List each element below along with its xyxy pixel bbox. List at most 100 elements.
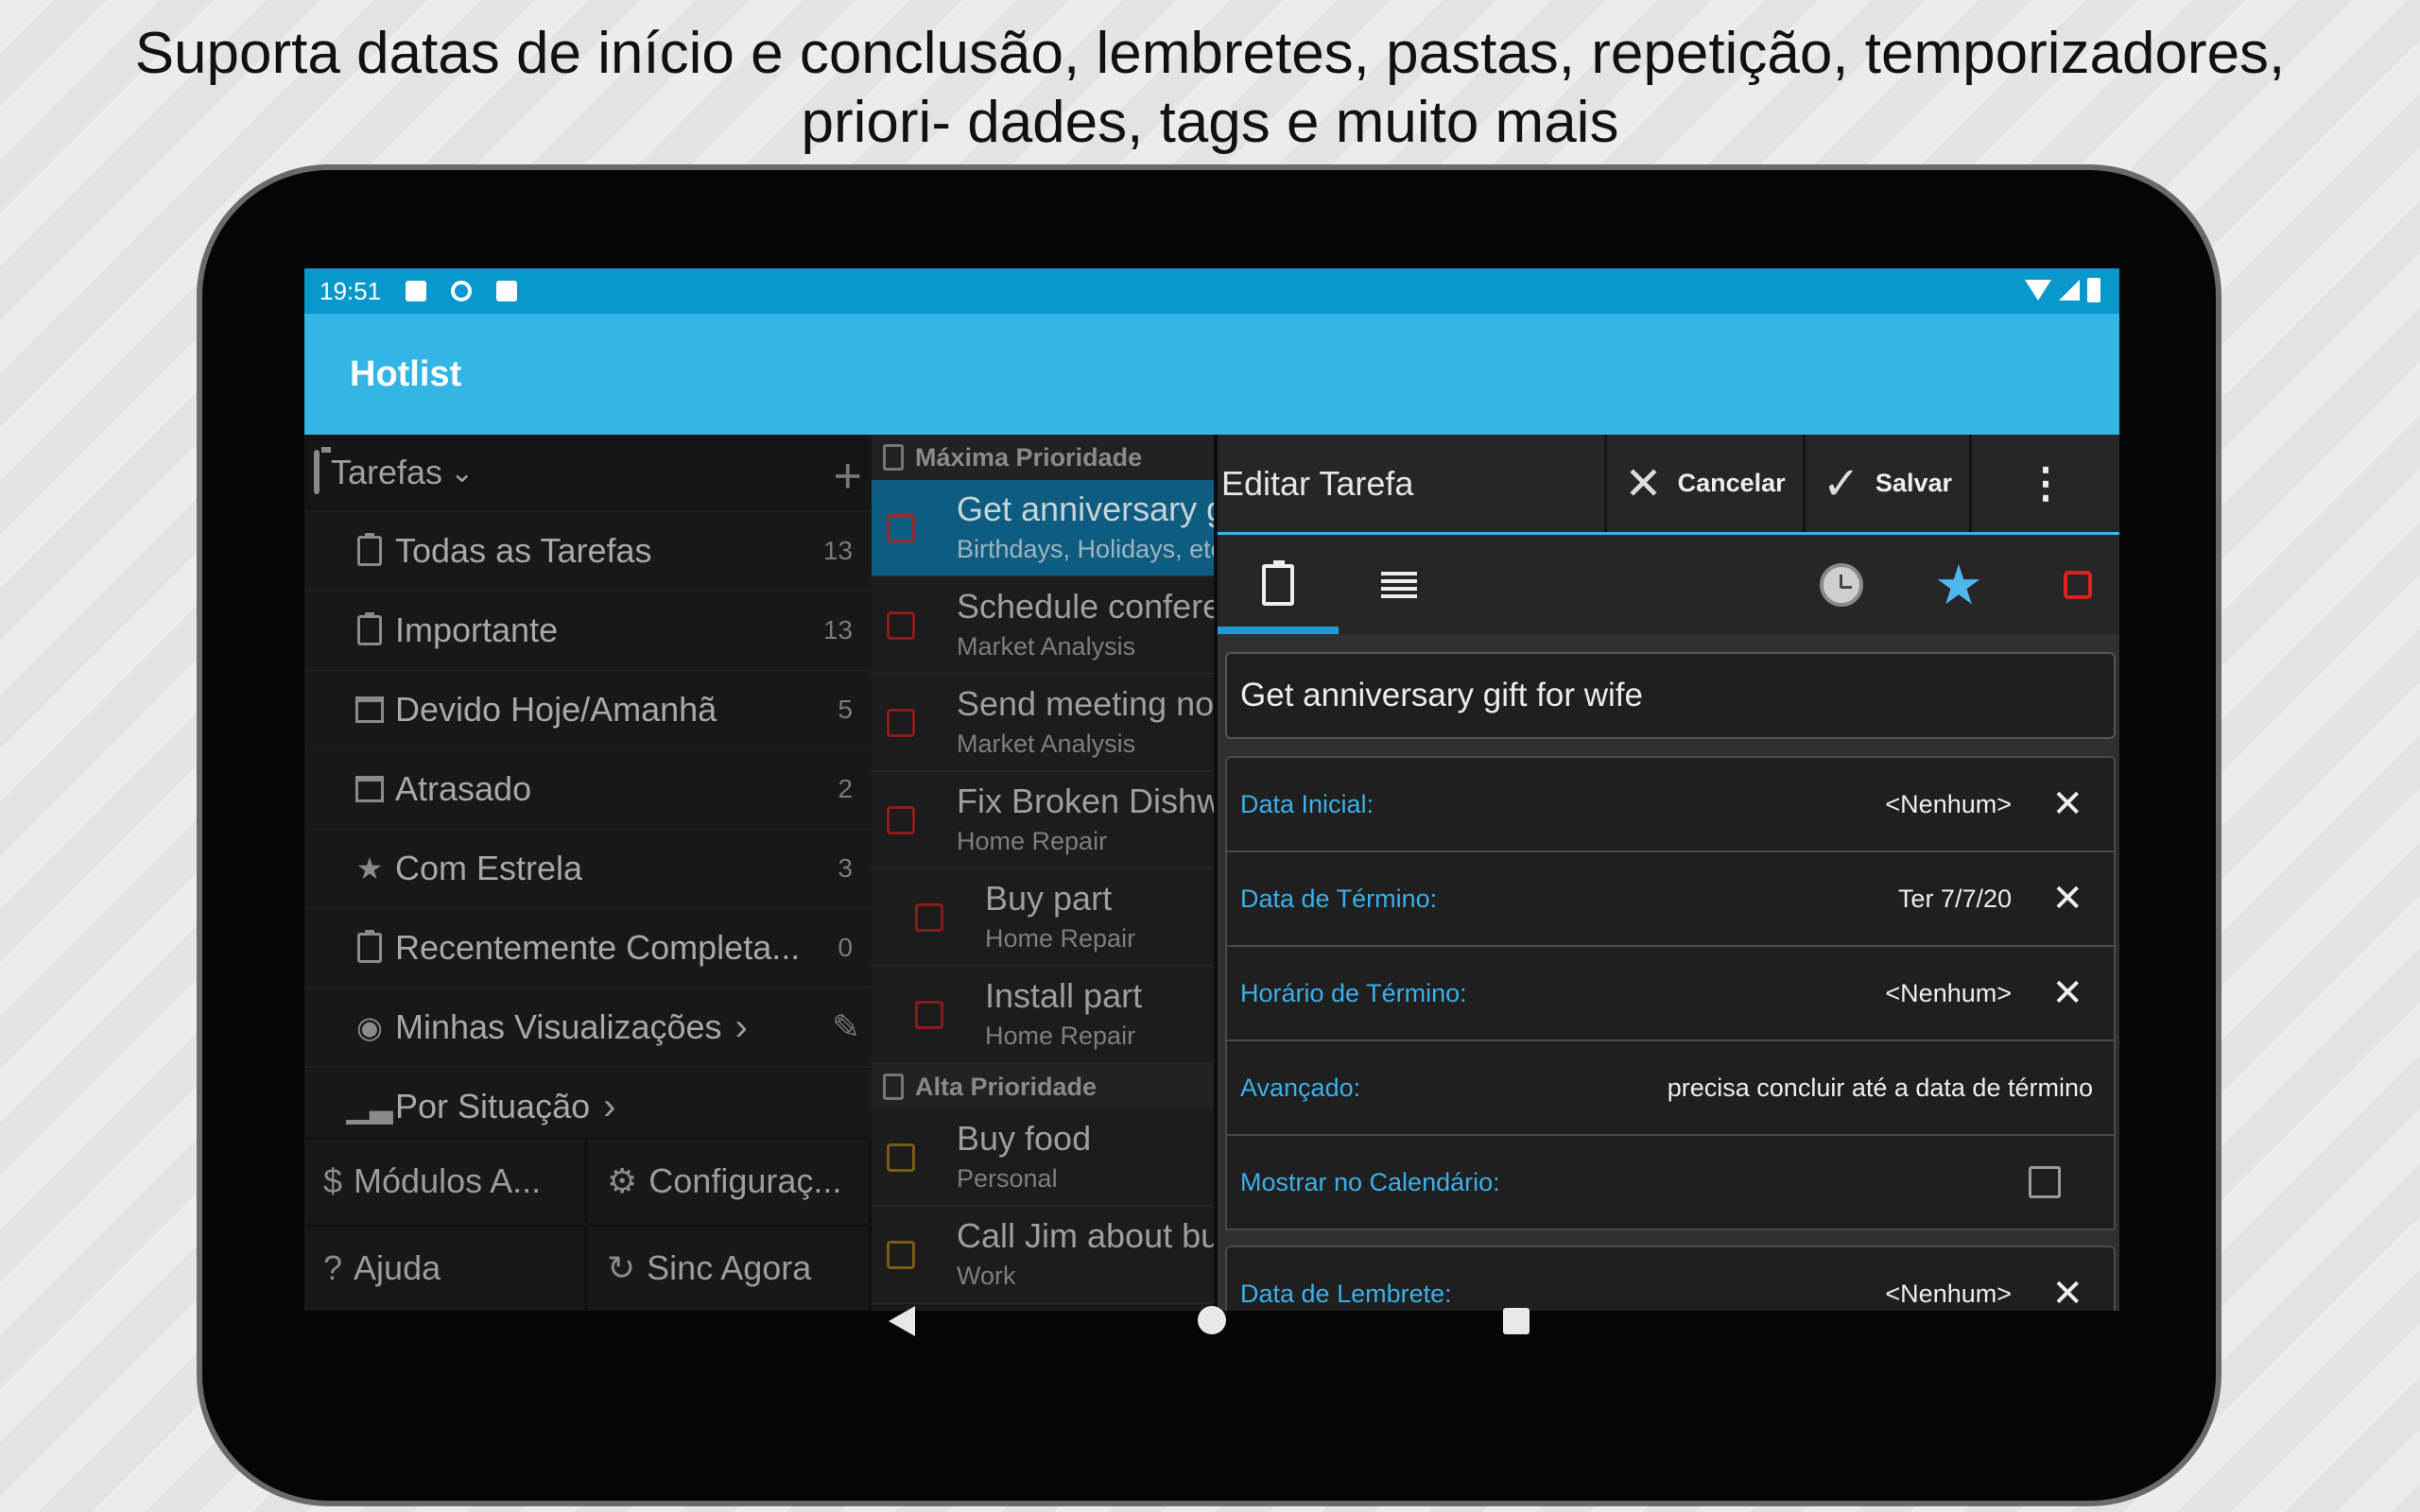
important-clipboard-icon [354, 612, 386, 646]
task-row[interactable]: Schedule conference Market Analysis [872, 577, 1214, 675]
status-bar: 19:51 [304, 268, 2119, 314]
task-checkbox[interactable] [915, 903, 943, 932]
drawer-item-starred[interactable]: ★ Com Estrela 3 [304, 830, 872, 909]
timer-button[interactable] [1794, 535, 1889, 634]
close-icon: ✕ [1624, 458, 1663, 509]
task-row[interactable]: Buy food Personal [872, 1109, 1214, 1207]
clear-icon[interactable]: ✕ [2051, 971, 2083, 1015]
bar-chart-icon: ▁▃ [346, 1090, 393, 1124]
drawer-item-label: Minhas Visualizações [395, 1007, 722, 1046]
task-fields: Data Inicial: <Nenhum> ✕ Data de Término… [1225, 756, 2116, 1311]
battery-icon [2087, 278, 2100, 302]
addon-modules-button[interactable]: $ Módulos A... [304, 1140, 588, 1223]
task-title: Fix Broken Dishwasher [957, 782, 1214, 820]
task-row[interactable]: Fix Broken Dishwasher Home Repair [872, 772, 1214, 869]
drawer-item-label: Por Situação [395, 1087, 591, 1125]
show-in-calendar-row[interactable]: Mostrar no Calendário: [1225, 1134, 2116, 1230]
edit-toolbar: Editar Tarefa ✕ Cancelar ✓ Salvar ⋮ [1218, 435, 2119, 535]
task-title: Buy part [985, 879, 1113, 918]
drawer-item-count: 13 [822, 536, 853, 565]
task-title: Get anniversary gift for wife [957, 490, 1214, 528]
dollar-icon: $ [323, 1161, 343, 1200]
group-header-high-priority: Alta Prioridade [872, 1064, 1214, 1109]
tab-details[interactable] [1218, 535, 1339, 634]
add-icon[interactable]: + [834, 448, 862, 505]
navigation-drawer: Tarefas ⌄ + Todas as Tarefas 13 Importan… [304, 435, 872, 1311]
task-name-input[interactable]: Get anniversary gift for wife [1225, 652, 2116, 739]
system-nav-bar [0, 1306, 2420, 1410]
drawer-item-recently-completed[interactable]: Recentemente Completa... 0 [304, 909, 872, 988]
recents-icon[interactable] [1503, 1308, 1530, 1334]
clipboard-icon [883, 1074, 904, 1100]
due-date-row[interactable]: Data de Término: Ter 7/7/20 ✕ [1225, 850, 2116, 947]
gear-icon: ⚙ [607, 1161, 638, 1200]
subtask-row[interactable]: Install part Home Repair [872, 967, 1214, 1064]
field-value: Ter 7/7/20 [1897, 884, 2012, 913]
task-checkbox[interactable] [887, 611, 915, 640]
task-row[interactable]: Get anniversary gift for wife Birthdays,… [872, 480, 1214, 577]
task-row[interactable]: Call Jim about budget Work [872, 1207, 1214, 1304]
sync-now-button[interactable]: ↻ Sinc Agora [588, 1227, 872, 1310]
chevron-right-icon: › [735, 1005, 748, 1048]
due-time-row[interactable]: Horário de Término: <Nenhum> ✕ [1225, 945, 2116, 1041]
task-checkbox[interactable] [915, 1001, 943, 1029]
drawer-item-label: Importante [395, 610, 559, 649]
group-label: Máxima Prioridade [915, 442, 1143, 472]
overflow-menu-button[interactable]: ⋮ [1969, 435, 2119, 532]
field-value: <Nenhum> [1885, 978, 2012, 1007]
clear-icon[interactable]: ✕ [2051, 782, 2083, 826]
back-icon[interactable] [889, 1306, 915, 1336]
clipboard-icon [1262, 559, 1294, 606]
field-label: Data de Lembrete: [1240, 1279, 1452, 1308]
advanced-row[interactable]: Avançado: precisa concluir até a data de… [1225, 1040, 2116, 1136]
clipboard-icon [354, 533, 386, 567]
show-in-calendar-checkbox[interactable] [2029, 1166, 2061, 1198]
task-checkbox[interactable] [887, 806, 915, 834]
check-icon: ✓ [1822, 458, 1860, 509]
task-checkbox[interactable] [887, 514, 915, 542]
drawer-header[interactable]: Tarefas ⌄ + [304, 435, 872, 512]
task-row[interactable]: Send meeting notes Market Analysis [872, 675, 1214, 772]
drawer-item-all-tasks[interactable]: Todas as Tarefas 13 [304, 512, 872, 592]
task-folder: Work [957, 1262, 1016, 1290]
drawer-item-my-views[interactable]: ◉ Minhas Visualizações › ✎ [304, 988, 872, 1068]
start-date-row[interactable]: Data Inicial: <Nenhum> ✕ [1225, 756, 2116, 852]
drawer-header-label: Tarefas [331, 453, 443, 491]
clear-icon[interactable]: ✕ [2051, 877, 2083, 920]
task-checkbox[interactable] [887, 1241, 915, 1269]
task-checkbox[interactable] [887, 709, 915, 737]
task-folder: Home Repair [957, 827, 1108, 855]
drawer-item-count: 13 [822, 615, 853, 644]
home-icon[interactable] [1198, 1306, 1226, 1334]
app-bar: Hotlist [304, 314, 2119, 435]
headline: Suporta datas de início e conclusão, lem… [134, 21, 2286, 155]
reminder-date-row[interactable]: Data de Lembrete: <Nenhum> ✕ [1225, 1246, 2116, 1311]
pencil-icon[interactable]: ✎ [832, 1007, 860, 1047]
help-button[interactable]: ? Ajuda [304, 1227, 588, 1310]
settings-button[interactable]: ⚙ Configuraç... [588, 1140, 872, 1223]
drawer-item-by-status[interactable]: ▁▃ Por Situação › [304, 1068, 872, 1147]
signal-icon [2059, 280, 2080, 301]
field-label: Data de Término: [1240, 884, 1438, 913]
star-icon: ★ [355, 851, 384, 885]
question-icon: ? [323, 1248, 343, 1287]
drawer-item-important[interactable]: Importante 13 [304, 592, 872, 671]
priority-icon [2064, 570, 2092, 599]
drawer-item-due-today[interactable]: Devido Hoje/Amanhã 5 [304, 671, 872, 750]
device-screen: 19:51 Hotlist Tarefas ⌄ + Todas as Taref… [304, 268, 2119, 1311]
task-title: Send meeting notes [957, 684, 1214, 723]
task-folder: Home Repair [985, 924, 1136, 953]
footer-label: Ajuda [354, 1248, 441, 1287]
tab-notes[interactable] [1339, 535, 1460, 634]
star-toggle[interactable]: ★ [1911, 535, 2006, 634]
subtask-row[interactable]: Buy part Home Repair [872, 869, 1214, 967]
drawer-item-count: 0 [838, 933, 853, 962]
cancel-button[interactable]: ✕ Cancelar [1604, 435, 1802, 532]
clear-icon[interactable]: ✕ [2051, 1272, 2083, 1311]
group-label: Alta Prioridade [915, 1072, 1098, 1101]
task-folder: Birthdays, Holidays, etc [957, 535, 1214, 563]
drawer-item-overdue[interactable]: Atrasado 2 [304, 750, 872, 830]
priority-button[interactable] [2031, 535, 2119, 634]
task-checkbox[interactable] [887, 1143, 915, 1172]
save-button[interactable]: ✓ Salvar [1802, 435, 1969, 532]
